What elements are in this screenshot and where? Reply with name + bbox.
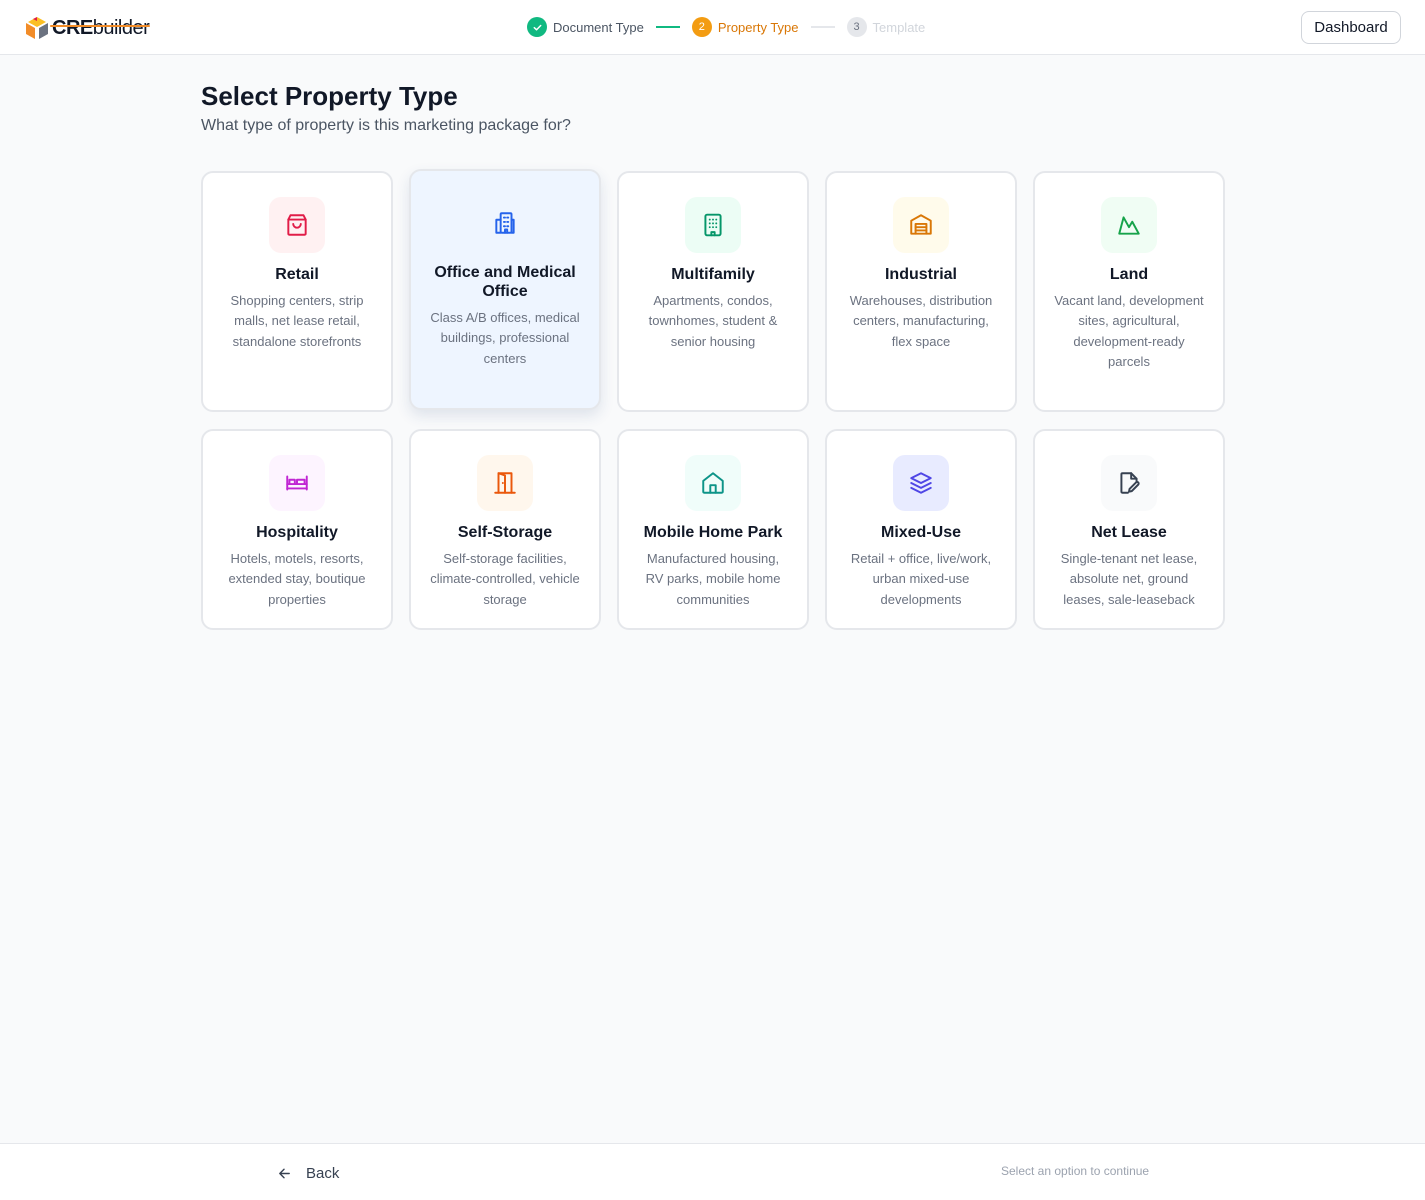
office-building-icon	[477, 195, 533, 251]
mountain-icon	[1101, 197, 1157, 253]
card-description: Class A/B offices, medical buildings, pr…	[430, 310, 580, 366]
card-description: Apartments, condos, townhomes, student &…	[648, 293, 778, 349]
back-label: Back	[306, 1164, 340, 1182]
brand-logo[interactable]: CREbuilder	[24, 14, 150, 42]
step-label: Document Type	[553, 19, 644, 35]
arrow-left-icon	[279, 1168, 290, 1178]
property-card-retail[interactable]: Retail Shopping centers, strip malls, ne…	[201, 171, 393, 412]
card-title: Mobile Home Park	[643, 524, 783, 541]
card-description: Manufactured housing, RV parks, mobile h…	[645, 551, 781, 607]
card-title: Mixed-Use	[880, 524, 962, 541]
card-description: Single-tenant net lease, absolute net, g…	[1060, 551, 1198, 607]
continue-hint: Select an option to continue	[1001, 1164, 1150, 1178]
step-number: 3	[846, 17, 867, 37]
brand-name: CREbuilder	[52, 16, 150, 39]
step-document-type[interactable]: Document Type	[527, 17, 644, 37]
home-icon	[685, 455, 741, 511]
card-title: Land	[1109, 266, 1149, 283]
page-title: Select Property Type	[201, 81, 458, 111]
warehouse-icon	[893, 197, 949, 253]
shopping-bag-icon	[269, 197, 325, 253]
step-connector	[655, 26, 680, 28]
property-card-self-storage[interactable]: Self-Storage Self-storage facilities, cl…	[409, 429, 601, 630]
property-card-mobile-home-park[interactable]: Mobile Home Park Manufactured housing, R…	[617, 429, 809, 630]
step-connector	[810, 26, 835, 28]
card-title: Office and Medical Office	[434, 264, 576, 300]
page-subtitle: What type of property is this marketing …	[201, 117, 571, 134]
step-property-type[interactable]: 2 Property Type	[691, 17, 799, 37]
apartment-building-icon	[685, 197, 741, 253]
property-card-multifamily[interactable]: Multifamily Apartments, condos, townhome…	[617, 171, 809, 412]
card-title: Hospitality	[256, 524, 338, 541]
property-card-hospitality[interactable]: Hospitality Hotels, motels, resorts, ext…	[201, 429, 393, 630]
property-card-land[interactable]: Land Vacant land, development sites, agr…	[1033, 171, 1225, 412]
card-description: Vacant land, development sites, agricult…	[1054, 293, 1204, 369]
card-description: Hotels, motels, resorts, extended stay, …	[228, 551, 366, 607]
brand-underline	[50, 25, 150, 27]
document-edit-icon	[1101, 455, 1157, 511]
door-icon	[477, 455, 533, 511]
card-description: Warehouses, distribution centers, manufa…	[849, 293, 993, 349]
back-button[interactable]: Back	[277, 1162, 339, 1184]
property-card-net-lease[interactable]: Net Lease Single-tenant net lease, absol…	[1033, 429, 1225, 630]
progress-stepper: Document Type 2 Property Type 3 Template	[527, 17, 925, 37]
card-description: Self-storage facilities, climate-control…	[430, 551, 580, 607]
card-title: Self-Storage	[457, 524, 553, 541]
card-description: Shopping centers, strip malls, net lease…	[230, 293, 364, 349]
bed-icon	[269, 455, 325, 511]
footer-bar: Back Select an option to continue	[0, 1143, 1425, 1200]
step-label: Property Type	[717, 19, 799, 35]
logo-mark-icon	[26, 17, 48, 39]
property-card-office[interactable]: Office and Medical Office Class A/B offi…	[409, 169, 601, 410]
layers-icon	[893, 455, 949, 511]
top-bar: CREbuilder Document Type 2 Property Type…	[0, 0, 1425, 55]
step-template: 3 Template	[846, 17, 926, 37]
card-description: Retail + office, live/work, urban mixed-…	[850, 551, 992, 607]
property-card-mixed-use[interactable]: Mixed-Use Retail + office, live/work, ur…	[825, 429, 1017, 630]
card-title: Net Lease	[1091, 524, 1167, 541]
dashboard-button[interactable]: Dashboard	[1301, 11, 1401, 44]
card-title: Multifamily	[671, 266, 755, 283]
check-icon	[527, 17, 547, 37]
card-title: Retail	[275, 266, 319, 283]
step-label: Template	[872, 19, 926, 35]
card-title: Industrial	[884, 266, 957, 283]
property-card-industrial[interactable]: Industrial Warehouses, distribution cent…	[825, 171, 1017, 412]
step-number: 2	[691, 17, 712, 37]
